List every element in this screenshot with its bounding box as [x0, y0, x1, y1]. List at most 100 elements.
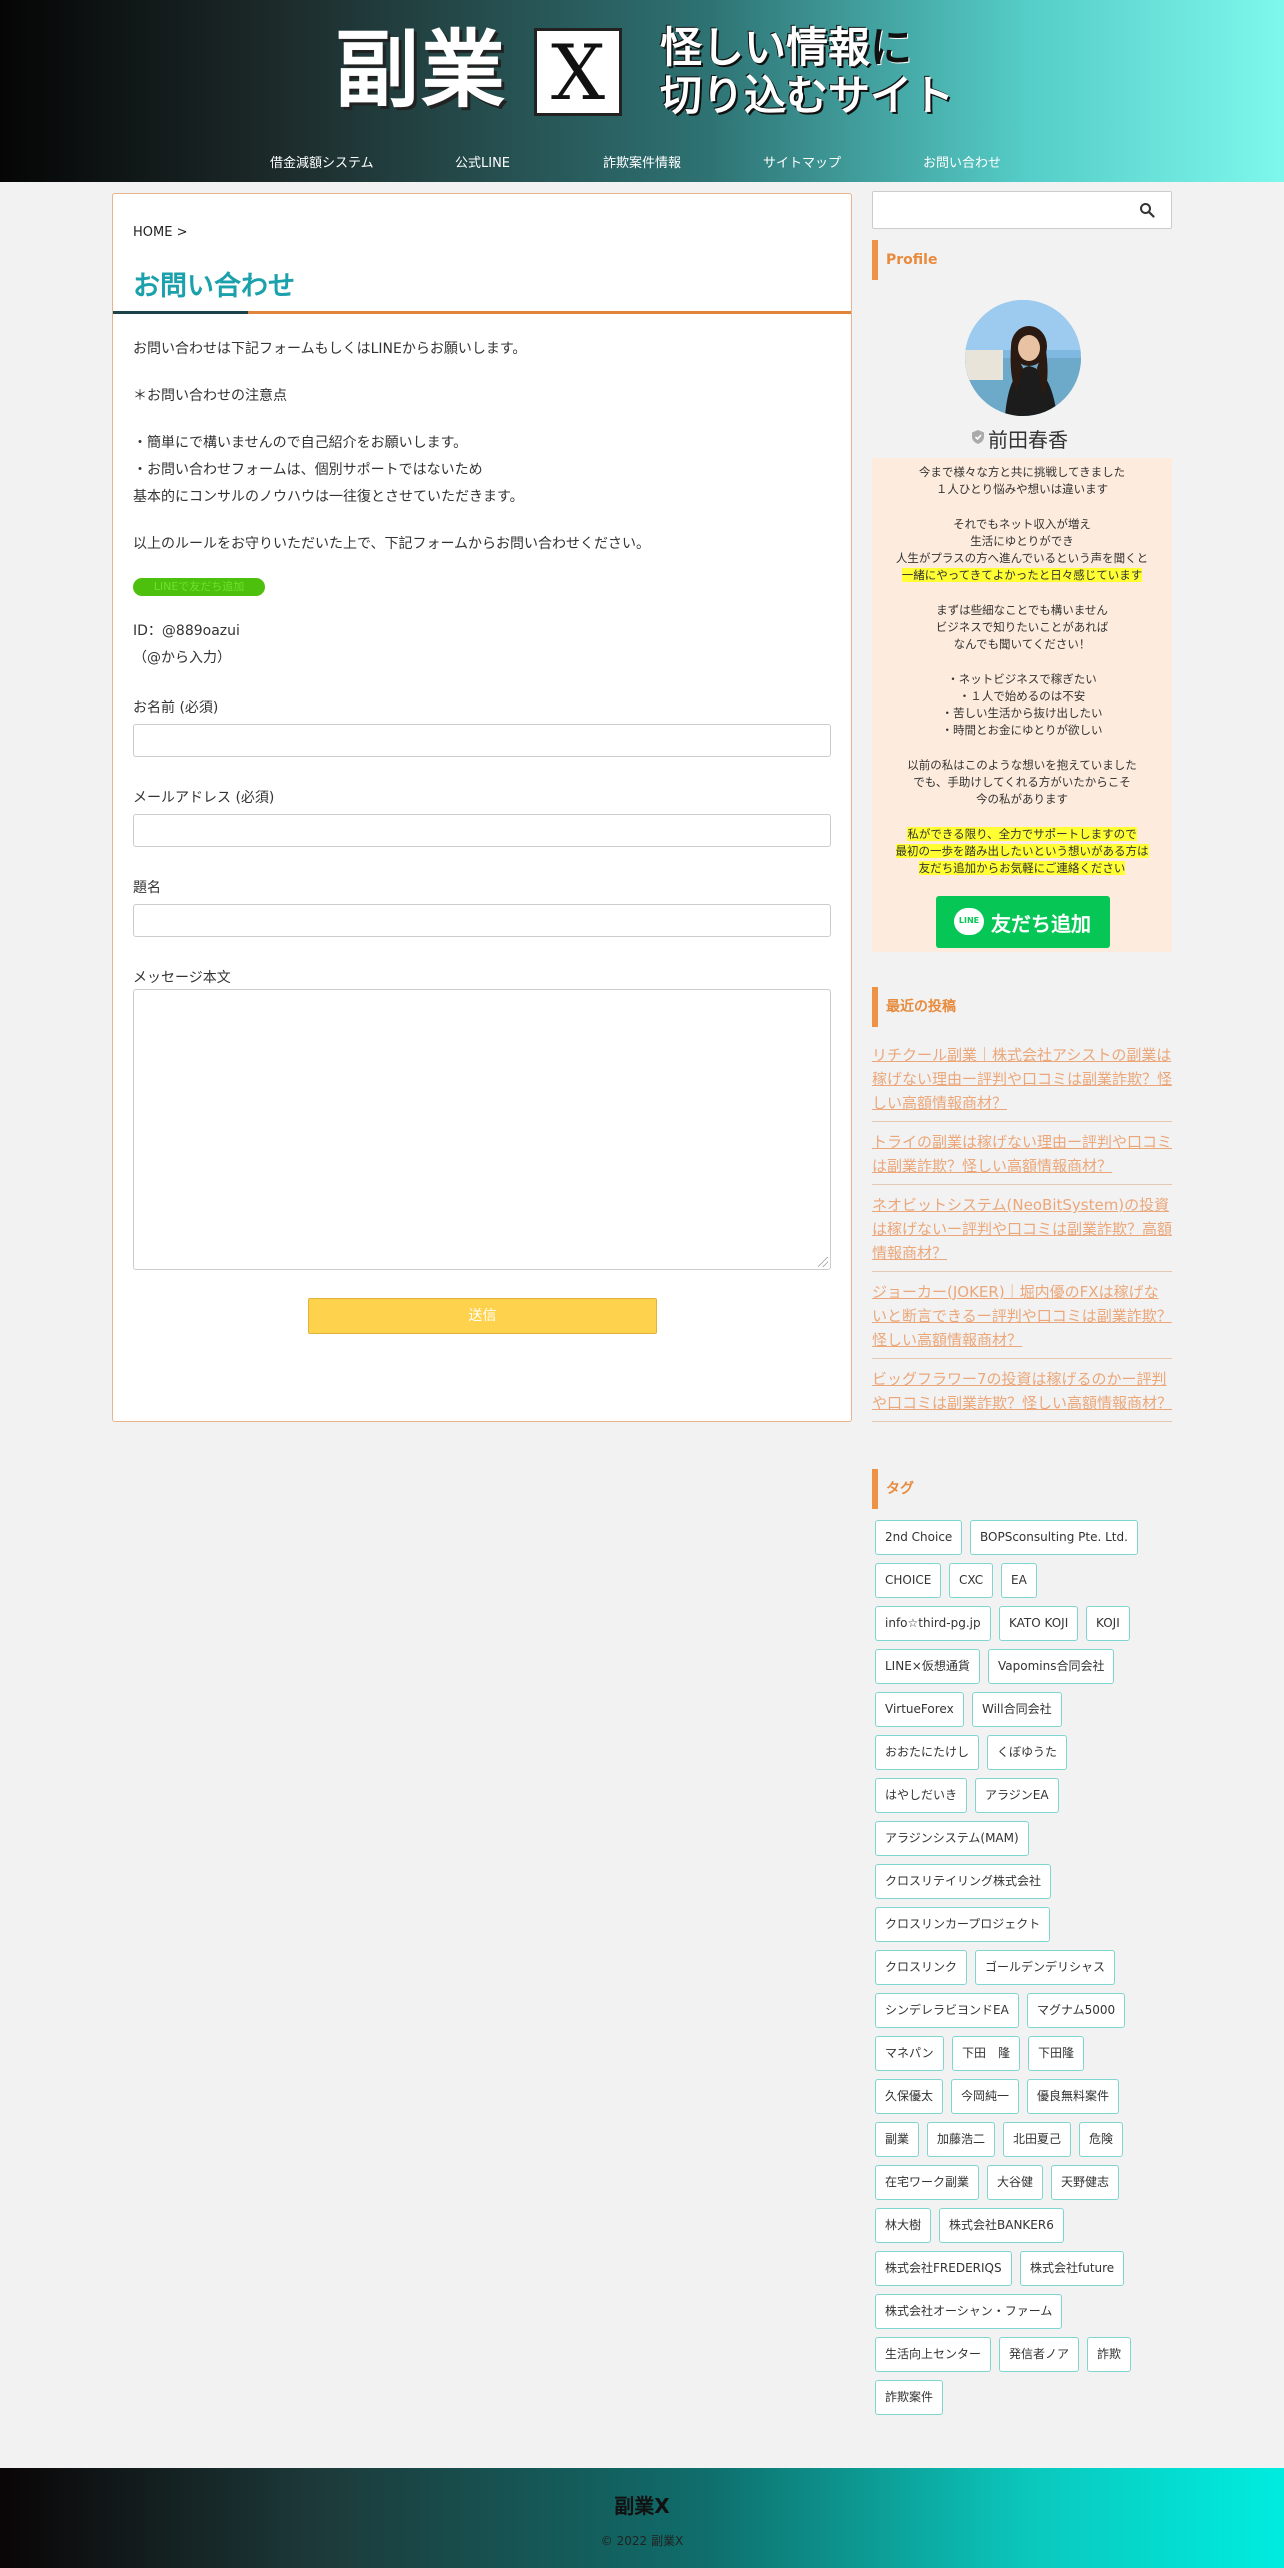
- message-textarea[interactable]: [133, 989, 831, 1270]
- tag-link[interactable]: 株式会社オーシャン・ファーム: [875, 2294, 1063, 2329]
- profile-line: ・時間とお金にゆとりが欲しい: [941, 723, 1103, 737]
- title-underline: [113, 311, 851, 314]
- profile-widget-title: Profile: [872, 240, 1172, 280]
- tag-link[interactable]: マグナム5000: [1027, 1993, 1126, 2028]
- profile-line: ・苦しい生活から抜け出したい: [941, 706, 1103, 720]
- nav-item-sitemap[interactable]: サイトマップ: [763, 152, 841, 171]
- tag-link[interactable]: 下田 隆: [952, 2036, 1021, 2071]
- tag-link[interactable]: 2nd Choice: [875, 1520, 963, 1555]
- tag-link[interactable]: BOPSconsulting Pte. Ltd.: [970, 1520, 1138, 1555]
- tag-link[interactable]: 株式会社BANKER6: [939, 2208, 1064, 2243]
- recent-post-link[interactable]: ジョーカー(JOKER)｜堀内優のFXは稼げないと断言できるー評判や口コミは副業…: [872, 1280, 1172, 1359]
- tag-link[interactable]: 発信者ノア: [999, 2337, 1080, 2372]
- tag-link[interactable]: アラジンEA: [975, 1778, 1059, 1813]
- nav-item-debt-system[interactable]: 借金減額システム: [270, 152, 374, 171]
- add-friend-button[interactable]: LINE 友だち追加: [936, 896, 1110, 948]
- profile-name: 前田春香: [988, 428, 1068, 452]
- tag-link[interactable]: くぼゆうた: [987, 1735, 1068, 1770]
- tag-link[interactable]: おおたにたけし: [875, 1735, 980, 1770]
- tag-link[interactable]: 危険: [1079, 2122, 1124, 2157]
- site-logo-text[interactable]: 副業: [335, 22, 507, 118]
- copyright: © 2022 副業X: [600, 2534, 684, 2548]
- line-add-friend-button[interactable]: LINEで友だち追加: [133, 578, 265, 596]
- tag-link[interactable]: 株式会社FREDERIQS: [875, 2251, 1012, 2286]
- profile-line-highlight: 最初の一歩を踏み出したいという想いがある方は: [895, 844, 1149, 858]
- nav-item-official-line[interactable]: 公式LINE: [455, 152, 510, 171]
- site-tagline: 怪しい情報に 切り込むサイト: [660, 24, 954, 120]
- submit-button[interactable]: 送信: [308, 1298, 657, 1334]
- tag-link[interactable]: EA: [1001, 1563, 1037, 1598]
- subject-field[interactable]: [133, 904, 831, 937]
- page-title: お問い合わせ: [133, 271, 295, 302]
- line-id-note: （@から入力）: [133, 650, 231, 666]
- main-content: HOME > お問い合わせ お問い合わせは下記フォームもしくはLINEからお願い…: [112, 193, 852, 1422]
- name-field[interactable]: [133, 724, 831, 757]
- tag-link[interactable]: KOJI: [1086, 1606, 1130, 1641]
- profile-avatar: [965, 300, 1081, 416]
- nav-item-contact[interactable]: お問い合わせ: [923, 152, 1001, 171]
- recent-post-link[interactable]: ビッグフラワー7の投資は稼げるのかー評判や口コミは副業詐欺？怪しい高額情報商材？: [872, 1367, 1172, 1422]
- tag-link[interactable]: 生活向上センター: [875, 2337, 992, 2372]
- tag-link[interactable]: クロスリテイリング株式会社: [875, 1864, 1052, 1899]
- tag-link[interactable]: 大谷健: [987, 2165, 1044, 2200]
- email-field[interactable]: [133, 814, 831, 847]
- tag-link[interactable]: KATO KOJI: [999, 1606, 1079, 1641]
- tag-link[interactable]: 久保優太: [875, 2079, 944, 2114]
- tag-link[interactable]: 下田隆: [1028, 2036, 1085, 2071]
- name-label: お名前 (必須): [133, 700, 219, 716]
- shield-icon: [972, 430, 984, 444]
- nav-item-scam-info[interactable]: 詐欺案件情報: [603, 152, 681, 171]
- profile-line-highlight: 友だち追加からお気軽にご連絡ください: [918, 861, 1126, 875]
- tag-link[interactable]: CXC: [949, 1563, 994, 1598]
- site-footer: 副業X © 2022 副業X: [0, 2468, 1284, 2568]
- recent-post-link[interactable]: トライの副業は稼げない理由ー評判や口コミは副業詐欺？怪しい高額情報商材？: [872, 1130, 1172, 1185]
- tag-link[interactable]: はやしだいき: [875, 1778, 968, 1813]
- note-3: 基本的にコンサルのノウハウは一往復とさせていただきます。: [133, 489, 524, 505]
- recent-post-link[interactable]: リチクール副業｜株式会社アシストの副業は稼げない理由ー評判や口コミは副業詐欺？怪…: [872, 1043, 1172, 1122]
- tagline-part2: に: [870, 23, 913, 72]
- tag-link[interactable]: クロスリンカープロジェクト: [875, 1907, 1051, 1942]
- tag-link[interactable]: クロスリンク: [875, 1950, 968, 1985]
- search-icon[interactable]: [1139, 202, 1155, 218]
- tag-link[interactable]: ゴールデンデリシャス: [975, 1950, 1116, 1985]
- profile-line: 人生がプラスの方へ進んでいるという声を聞くと: [895, 551, 1149, 565]
- tag-link[interactable]: 詐欺案件: [875, 2380, 944, 2415]
- tag-link[interactable]: info☆third-pg.jp: [875, 1606, 991, 1641]
- tag-link[interactable]: Vapomins合同会社: [988, 1649, 1115, 1684]
- resize-handle-icon[interactable]: [818, 1257, 828, 1267]
- tag-link[interactable]: 在宅ワーク副業: [875, 2165, 980, 2200]
- line-logo-icon: LINE: [954, 908, 984, 935]
- tag-link[interactable]: 優良無料案件: [1027, 2079, 1120, 2114]
- site-logo-x[interactable]: X: [534, 28, 622, 116]
- tag-link[interactable]: アラジンシステム(MAM): [875, 1821, 1029, 1856]
- footer-title[interactable]: 副業X: [0, 2490, 1284, 2519]
- recent-posts-title: 最近の投稿: [872, 987, 1172, 1027]
- tag-link[interactable]: 林大樹: [875, 2208, 932, 2243]
- tag-link[interactable]: CHOICE: [875, 1563, 942, 1598]
- tag-link[interactable]: Will合同会社: [972, 1692, 1062, 1727]
- tag-link[interactable]: VirtueForex: [875, 1692, 964, 1727]
- tag-link[interactable]: 天野健志: [1051, 2165, 1120, 2200]
- breadcrumb[interactable]: HOME >: [133, 225, 187, 240]
- tag-link[interactable]: 加藤浩二: [927, 2122, 996, 2157]
- tag-link[interactable]: 株式会社future: [1020, 2251, 1125, 2286]
- tag-link[interactable]: 詐欺: [1087, 2337, 1132, 2372]
- subject-label: 題名: [133, 880, 161, 896]
- search-input[interactable]: [872, 191, 1172, 229]
- email-label: メールアドレス (必須): [133, 790, 275, 806]
- profile-message-box: 今まで様々な方と共に挑戦してきました １人ひとり悩みや想いは違います それでもネ…: [872, 458, 1172, 952]
- profile-line: まずは些細なことでも構いません: [936, 603, 1108, 617]
- note-1: ・簡単にで構いませんので自己紹介をお願いします。: [133, 435, 468, 451]
- profile-line: 今まで様々な方と共に挑戦してきました: [918, 465, 1126, 479]
- tag-link[interactable]: LINE×仮想通貨: [875, 1649, 980, 1684]
- notes-heading: ＊お問い合わせの注意点: [133, 388, 287, 404]
- global-nav: 借金減額システム 公式LINE 詐欺案件情報 サイトマップ お問い合わせ: [0, 152, 1284, 172]
- profile-line: ビジネスで知りたいことがあれば: [935, 620, 1109, 634]
- profile-line-highlight: 私ができる限り、全力でサポートしますので: [907, 827, 1137, 841]
- tag-link[interactable]: 北田夏己: [1003, 2122, 1072, 2157]
- tag-link[interactable]: シンデレラビヨンドEA: [875, 1993, 1019, 2028]
- tag-link[interactable]: マネパン: [875, 2036, 944, 2071]
- tag-link[interactable]: 今岡純一: [951, 2079, 1020, 2114]
- tag-link[interactable]: 副業: [875, 2122, 920, 2157]
- recent-post-link[interactable]: ネオビットシステム(NeoBitSystem)の投資は稼げないー評判や口コミは副…: [872, 1193, 1172, 1272]
